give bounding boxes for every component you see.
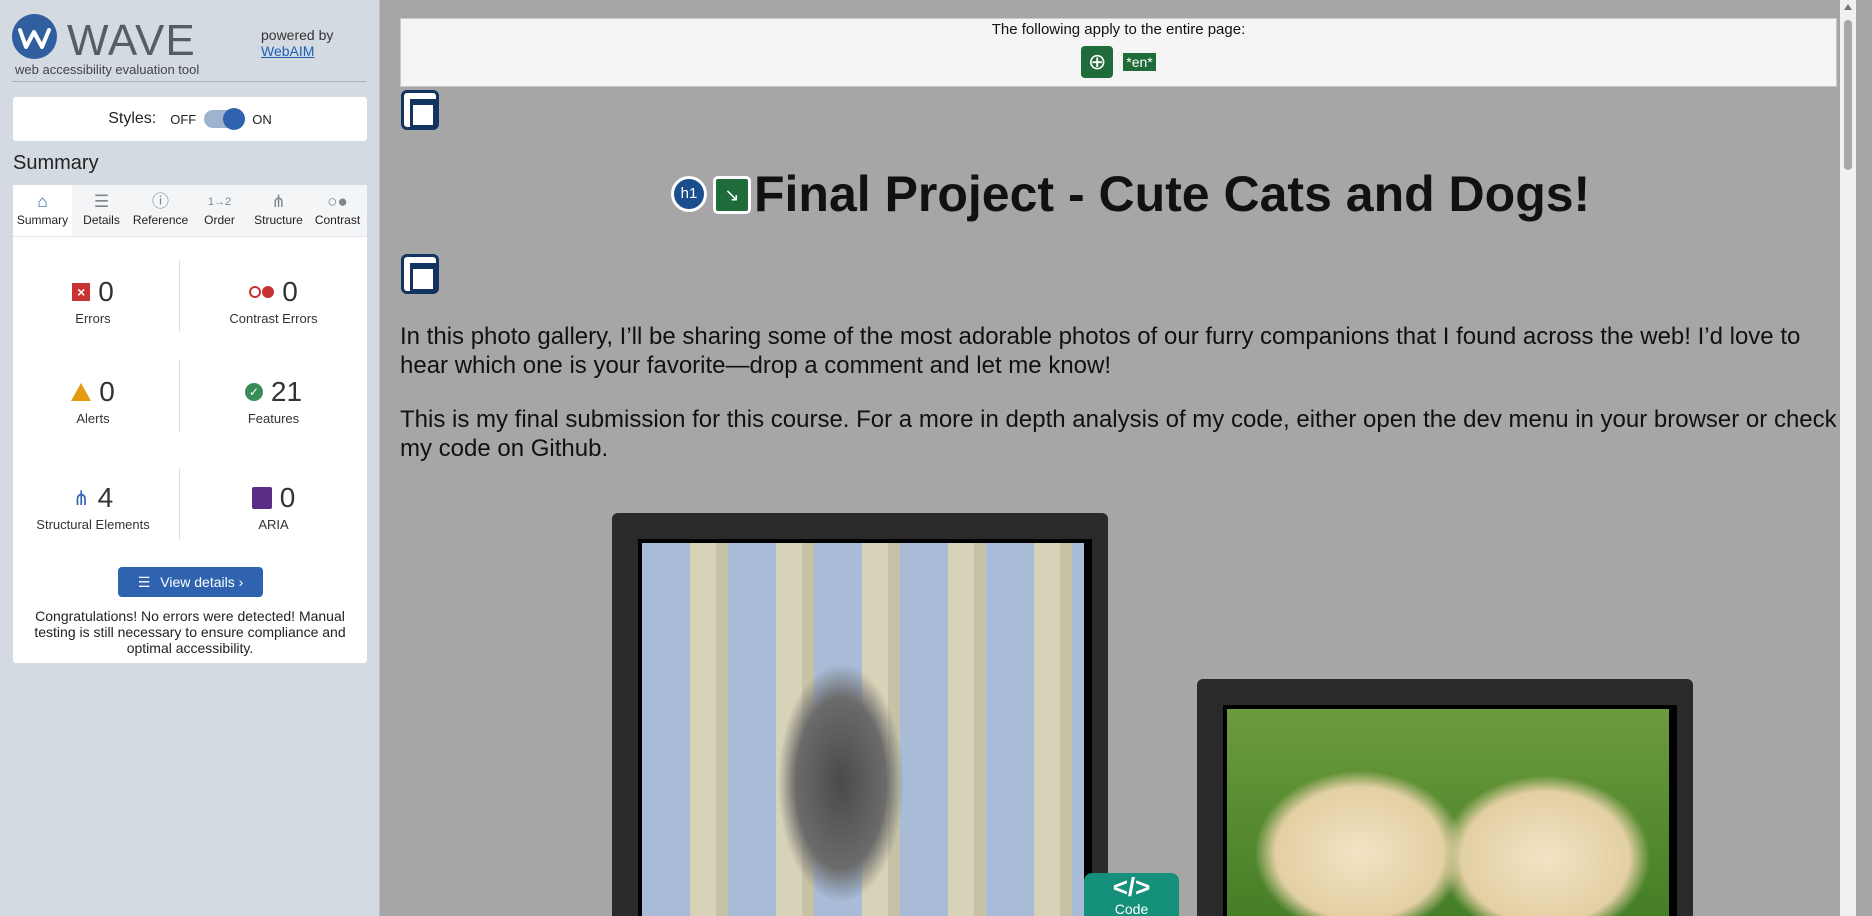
region-icon[interactable] [401,254,439,294]
stat-structural[interactable]: ⋔ 4 Structural Elements [13,481,173,532]
view-details-label: View details › [160,574,244,590]
contrast-errors-count: 0 [282,276,298,307]
alerts-label: Alerts [76,411,110,426]
toggle-knob [223,108,246,130]
powered-by: powered by WebAIM [261,27,333,59]
photo-border [1223,705,1677,916]
region-icon[interactable] [401,90,439,130]
styles-toggle[interactable] [204,108,246,130]
errors-count: 0 [98,276,114,307]
code-label: Code [1114,901,1149,916]
wave-sidebar: WAVE web accessibility evaluation tool p… [0,0,380,916]
tab-order-label: Order [204,213,235,227]
features-count: 21 [270,376,303,407]
tab-summary[interactable]: ⌂ Summary [13,185,72,236]
summary-title: Summary [13,152,99,174]
aria-count: 0 [279,482,296,513]
photo-frame-kitten [612,513,1108,916]
stat-errors[interactable]: × 0 Errors [13,275,173,326]
tab-structure-label: Structure [254,213,303,227]
scroll-up-arrow-icon[interactable] [1844,4,1852,10]
banner-icons: ⊕ *en* [401,46,1836,78]
language-badge[interactable]: *en* [1123,53,1156,71]
code-icon: </> [1112,872,1151,902]
alerts-count: 0 [99,376,115,407]
stat-features[interactable]: ✓ 21 Features [180,375,367,426]
tab-reference-label: Reference [132,213,189,227]
contrast-errors-label: Contrast Errors [229,311,318,326]
wave-logo: WAVE web accessibility evaluation tool p… [12,12,366,82]
page-preview: The following apply to the entire page: … [381,0,1856,916]
stat-alerts[interactable]: 0 Alerts [13,375,173,426]
puppies-photo [1227,709,1669,916]
structure-icon: ⋔ [271,192,286,211]
wave-logo-icon [12,14,57,59]
tab-details[interactable]: ☰ Details [72,185,131,236]
tab-contrast[interactable]: ○● Contrast [308,185,367,236]
submission-paragraph: This is my final submission for this cou… [400,406,1837,462]
panel-tabs: ⌂ Summary ☰ Details ⓘ Reference 1→2 Orde… [13,185,367,237]
view-details-button[interactable]: ☰ View details › [118,567,263,597]
congrats-message: Congratulations! No errors were detected… [34,608,346,656]
structure-icon: ⋔ [72,487,90,510]
code-toggle-button[interactable]: </> Code [1084,873,1179,916]
page-wide-banner: The following apply to the entire page: … [400,18,1837,87]
tab-order[interactable]: 1→2 Order [190,185,249,236]
error-icon: × [72,283,91,301]
aria-label: ARIA [258,517,289,532]
errors-label: Errors [75,311,111,326]
language-globe-icon[interactable]: ⊕ [1081,46,1114,78]
styles-on-label: ON [252,111,272,127]
list-icon: ☰ [93,192,110,211]
logo-word: WAVE [67,16,196,65]
list-icon: ☰ [137,573,151,590]
styles-toggle-box: Styles: OFF ON [13,97,367,141]
powered-by-text: powered by [261,27,334,43]
photo-frame-puppies [1197,679,1693,916]
styles-label: Styles: [108,110,157,127]
scroll-thumb[interactable] [1844,20,1852,170]
heading-badges: h1 ↘ [671,176,751,214]
tab-reference[interactable]: ⓘ Reference [131,185,190,236]
home-icon: ⌂ [37,192,48,211]
tab-summary-label: Summary [16,213,69,227]
stat-aria[interactable]: 0 ARIA [180,481,367,532]
tab-structure[interactable]: ⋔ Structure [249,185,308,236]
link-icon[interactable]: ↘ [713,176,751,214]
logo-tagline: web accessibility evaluation tool [15,62,200,77]
feature-check-icon: ✓ [244,383,263,401]
features-label: Features [247,411,300,426]
tab-details-label: Details [83,213,120,227]
scrollbar[interactable] [1840,0,1856,916]
webaim-link[interactable]: WebAIM [261,43,314,59]
stat-contrast-errors[interactable]: 0 Contrast Errors [180,275,367,326]
structural-label: Structural Elements [36,517,150,532]
order-icon: 1→2 [207,196,232,208]
tab-contrast-label: Contrast [314,213,361,227]
kitten-photo [642,543,1084,916]
structural-count: 4 [97,482,114,513]
h1-badge-icon[interactable]: h1 [671,176,707,212]
intro-paragraph: In this photo gallery, I’ll be sharing s… [400,323,1801,379]
alert-icon [71,383,92,401]
styles-off-label: OFF [170,111,197,127]
photo-border [638,539,1092,916]
contrast-error-icon [249,286,275,298]
page-heading: Final Project - Cute Cats and Dogs! [754,166,1591,222]
aria-icon [251,487,272,509]
info-icon: ⓘ [152,192,169,211]
banner-text: The following apply to the entire page: [991,21,1246,38]
contrast-icon: ○● [327,192,348,211]
summary-panel: ⌂ Summary ☰ Details ⓘ Reference 1→2 Orde… [13,185,367,663]
